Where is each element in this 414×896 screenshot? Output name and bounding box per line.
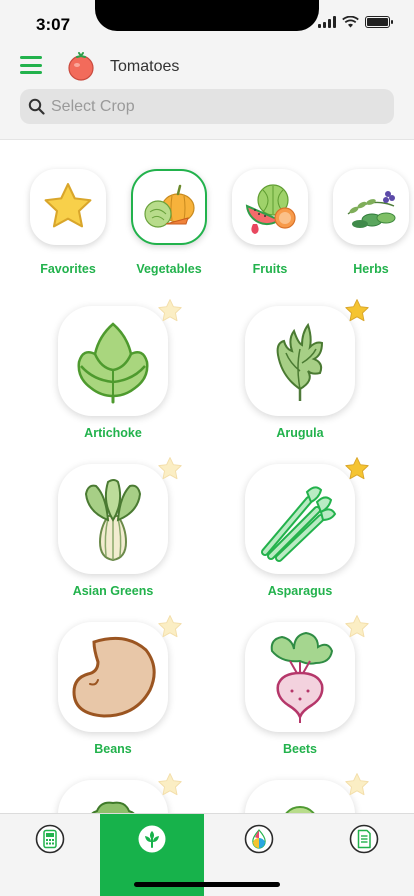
category-favorites[interactable]: Favorites [30,169,106,276]
category-herbs[interactable]: Herbs [333,169,409,276]
herbs-icon [347,191,396,228]
crop-label: Beans [94,742,132,756]
crop-list[interactable]: Favorites Vegetables Fruits Herbs Artich… [0,141,414,813]
category-vegetables[interactable]: Vegetables [131,169,207,276]
crop-item-broccoli[interactable] [28,773,198,813]
crop-search[interactable] [20,89,394,124]
search-icon [28,98,45,115]
signal-icon [318,16,336,28]
drop-icon [244,824,274,854]
favorite-star-icon[interactable] [343,771,371,799]
category-row: Favorites Vegetables Fruits Herbs [0,169,414,289]
crop-item-asian-greens[interactable]: Asian Greens [28,457,198,598]
favorite-star-icon[interactable] [156,297,184,325]
favorite-star-icon[interactable] [156,455,184,483]
document-icon [349,824,379,854]
asian-greens-icon [84,479,142,562]
menu-button[interactable] [20,56,42,74]
notch [95,0,319,31]
leaf-icon [138,825,166,853]
cabbage-icon [285,806,315,813]
tab-calculator[interactable] [0,814,100,896]
search-input[interactable] [51,97,351,116]
tomato-icon[interactable] [66,50,96,82]
calculator-icon [35,824,65,854]
crop-item-beets[interactable]: Beets [215,615,385,756]
header: Tomatoes [0,44,414,140]
crop-item-beans[interactable]: Beans [28,615,198,756]
vegetables-icon [144,184,195,228]
star-icon [44,183,92,228]
status-time: 3:07 [36,15,71,34]
artichoke-icon [77,322,149,404]
crop-label: Beets [282,742,318,756]
status-icons [318,16,393,28]
status-bar: 3:07 [0,0,414,44]
fruits-icon [245,184,296,234]
favorite-star-icon[interactable] [343,613,371,641]
battery-icon [365,16,393,28]
current-crop-title[interactable]: Tomatoes [110,58,179,76]
crop-item-artichoke[interactable]: Artichoke [28,299,198,440]
category-label: Herbs [353,262,389,276]
favorite-star-icon[interactable] [343,455,371,483]
crop-label: Asparagus [267,584,333,598]
category-label: Vegetables [136,262,202,276]
category-label: Fruits [252,262,288,276]
arugula-icon [276,322,324,401]
crop-label: Asian Greens [72,584,154,598]
broccoli-icon [91,801,135,813]
favorite-star-icon[interactable] [156,613,184,641]
crop-label: Artichoke [84,426,142,440]
favorite-star-icon[interactable] [343,297,371,325]
category-fruits[interactable]: Fruits [232,169,308,276]
category-label: Favorites [40,262,96,276]
crop-label: Arugula [276,426,324,440]
favorite-star-icon[interactable] [156,771,184,799]
tab-documents[interactable] [314,814,414,896]
wifi-icon [342,16,359,28]
home-indicator[interactable] [134,882,280,887]
asparagus-icon [261,486,337,562]
crop-item-cabbage[interactable] [215,773,385,813]
crop-item-arugula[interactable]: Arugula [215,299,385,440]
beets-icon [270,631,334,723]
crop-item-asparagus[interactable]: Asparagus [215,457,385,598]
beans-icon [72,636,156,718]
